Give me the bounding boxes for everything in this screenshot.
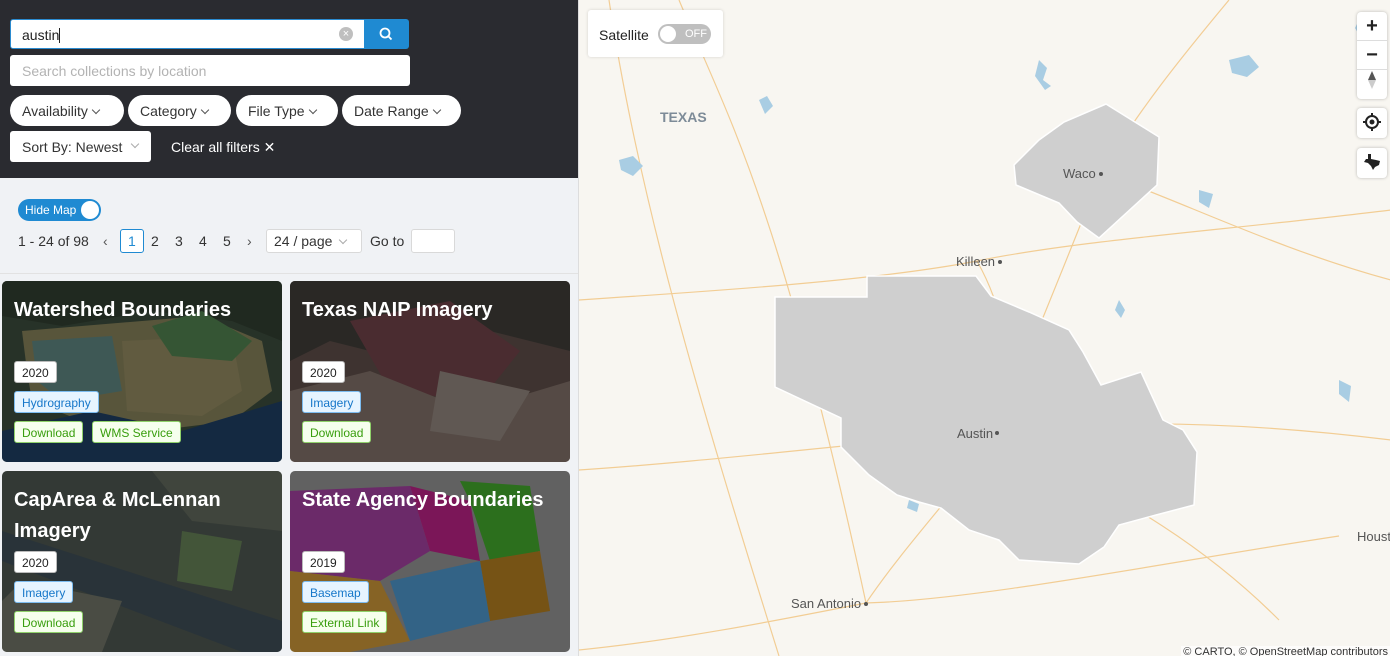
page-3-button[interactable]: 3	[175, 233, 183, 249]
locate-icon	[1363, 113, 1381, 131]
compass-button[interactable]	[1357, 70, 1387, 99]
chevron-down-icon	[432, 105, 441, 115]
search-input[interactable]: austin	[10, 19, 365, 49]
city-label-san-antonio: San Antonio	[791, 596, 862, 611]
compass-icon	[1368, 71, 1376, 89]
page-4-button[interactable]: 4	[199, 233, 207, 249]
satellite-state: OFF	[685, 28, 707, 40]
sort-label: Sort By: Newest	[22, 139, 123, 155]
toggle-knob	[81, 201, 99, 219]
zoom-out-button[interactable]: −	[1357, 41, 1387, 70]
state-label: TEXAS	[660, 109, 707, 125]
close-icon: ✕	[263, 139, 276, 155]
search-button[interactable]	[364, 19, 409, 49]
city-label-houston: Houst	[1357, 529, 1390, 544]
city-label-waco: Waco	[1063, 166, 1096, 181]
search-toolbar: austin × Search collections by location …	[0, 0, 578, 178]
filter-label: File Type	[248, 103, 305, 119]
chevron-down-icon	[130, 139, 140, 149]
toggle-knob	[660, 26, 676, 42]
availability-filter[interactable]: Availability	[10, 95, 124, 126]
map-attribution: © CARTO, © OpenStreetMap contributors	[1181, 646, 1390, 656]
card-title: Watershed Boundaries	[14, 299, 232, 321]
filter-label: Date Range	[354, 103, 429, 119]
chevron-down-icon	[200, 105, 210, 115]
clear-all-filters-button[interactable]: Clear all filters ✕	[171, 139, 275, 156]
collection-card-agency[interactable]: State Agency Boundaries 2019 Basemap Ext…	[290, 471, 570, 652]
wms-service-button[interactable]: WMS Service	[92, 421, 181, 443]
chevron-down-icon	[308, 105, 317, 115]
zoom-in-button[interactable]: +	[1357, 12, 1387, 41]
card-title: Texas NAIP Imagery	[302, 299, 493, 321]
goto-label: Go to	[370, 233, 405, 249]
geolocate-button[interactable]	[1357, 108, 1387, 137]
collection-card-watershed[interactable]: Watershed Boundaries 2020 Hydrography Do…	[2, 281, 282, 462]
collection-card-caparea[interactable]: CapArea & McLennan Imagery 2020 Imagery …	[2, 471, 282, 652]
collection-card-naip[interactable]: Texas NAIP Imagery 2020 Imagery Download	[290, 281, 570, 462]
next-page-button[interactable]: ›	[247, 233, 252, 249]
page-number: 1	[128, 233, 136, 249]
page-2-button[interactable]: 2	[151, 233, 159, 249]
filter-label: Category	[140, 103, 197, 119]
year-badge: 2020	[302, 361, 345, 383]
chevron-down-icon	[339, 235, 348, 245]
map-view[interactable]: TEXAS Waco Killeen Austin San Antonio Ho…	[578, 0, 1390, 656]
download-button[interactable]: Download	[302, 421, 372, 443]
download-button[interactable]: Download	[14, 421, 84, 443]
category-tag[interactable]: Basemap	[302, 581, 369, 603]
zoom-controls: + −	[1357, 12, 1387, 99]
city-label-austin: Austin	[957, 426, 994, 441]
card-title: CapArea & McLennan Imagery	[14, 489, 221, 542]
hide-map-toggle[interactable]: Hide Map	[18, 199, 101, 221]
location-search-input[interactable]: Search collections by location	[10, 55, 410, 86]
search-icon	[379, 27, 393, 41]
sort-select[interactable]: Sort By: Newest	[10, 131, 151, 162]
satellite-toggle[interactable]: OFF	[658, 24, 711, 44]
goto-page-input[interactable]	[411, 229, 455, 253]
date-range-filter[interactable]: Date Range	[342, 95, 461, 126]
year-badge: 2020	[14, 361, 57, 383]
hide-map-label: Hide Map	[25, 203, 77, 217]
satellite-panel: Satellite OFF	[588, 10, 723, 57]
year-badge: 2019	[302, 551, 345, 573]
category-tag[interactable]: Imagery	[302, 391, 362, 413]
map-basemap	[579, 0, 1390, 656]
texas-icon	[1364, 154, 1380, 170]
category-tag[interactable]: Imagery	[14, 581, 74, 603]
result-range: 1 - 24 of 98	[18, 233, 89, 249]
texas-extent-button[interactable]	[1357, 148, 1387, 177]
texas-extent-control	[1357, 148, 1387, 178]
satellite-label: Satellite	[599, 27, 649, 43]
year-badge: 2020	[14, 551, 57, 573]
filter-label: Availability	[22, 103, 88, 119]
clear-all-label: Clear all filters	[171, 139, 260, 155]
category-filter[interactable]: Category	[128, 95, 231, 126]
page-5-button[interactable]: 5	[223, 233, 231, 249]
download-button[interactable]: Download	[14, 611, 84, 633]
clear-search-icon[interactable]: ×	[339, 27, 353, 41]
city-label-killeen: Killeen	[956, 254, 996, 269]
left-panel: austin × Search collections by location …	[0, 0, 578, 656]
geolocate-control	[1357, 108, 1387, 138]
category-tag[interactable]: Hydrography	[14, 391, 99, 413]
file-type-filter[interactable]: File Type	[236, 95, 338, 126]
prev-page-button[interactable]: ‹	[103, 233, 108, 249]
external-link-button[interactable]: External Link	[302, 611, 388, 633]
search-input-value: austin	[22, 27, 60, 43]
card-title: State Agency Boundaries	[302, 489, 544, 511]
page-size-label: 24 / page	[274, 233, 333, 249]
page-size-select[interactable]: 24 / page	[266, 229, 362, 253]
chevron-down-icon	[91, 105, 101, 115]
